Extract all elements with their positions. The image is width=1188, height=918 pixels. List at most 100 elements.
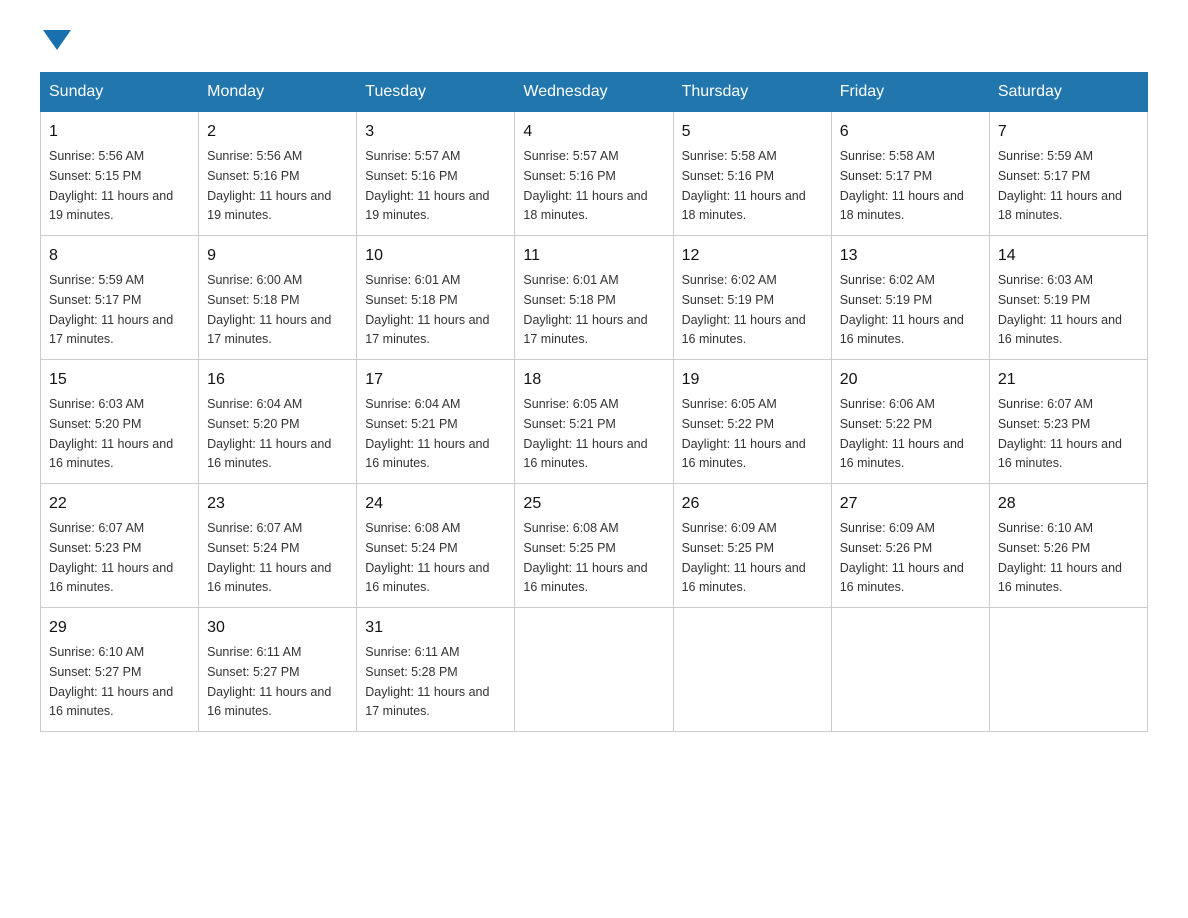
day-info: Sunrise: 6:06 AMSunset: 5:22 PMDaylight:… <box>840 397 964 470</box>
col-header-saturday: Saturday <box>989 73 1147 112</box>
calendar-day-cell: 23 Sunrise: 6:07 AMSunset: 5:24 PMDayligh… <box>199 484 357 608</box>
calendar-week-row: 1 Sunrise: 5:56 AMSunset: 5:15 PMDaylight… <box>41 112 1148 236</box>
day-number: 1 <box>49 120 190 144</box>
day-info: Sunrise: 5:57 AMSunset: 5:16 PMDaylight:… <box>523 149 647 222</box>
calendar-day-cell: 4Sunrise: 5:57 AMSunset: 5:16 PMDaylight… <box>515 112 673 236</box>
day-number: 16 <box>207 368 348 392</box>
calendar-day-cell: 6 Sunrise: 5:58 AMSunset: 5:17 PMDaylight… <box>831 112 989 236</box>
calendar-day-cell <box>831 608 989 732</box>
col-header-wednesday: Wednesday <box>515 73 673 112</box>
calendar-day-cell: 31 Sunrise: 6:11 AMSunset: 5:28 PMDayligh… <box>357 608 515 732</box>
col-header-friday: Friday <box>831 73 989 112</box>
day-number: 7 <box>998 120 1139 144</box>
day-info: Sunrise: 5:56 AMSunset: 5:15 PMDaylight:… <box>49 149 173 222</box>
day-info: Sunrise: 6:10 AMSunset: 5:26 PMDaylight:… <box>998 521 1122 594</box>
day-info: Sunrise: 6:01 AMSunset: 5:18 PMDaylight:… <box>523 273 647 346</box>
day-number: 15 <box>49 368 190 392</box>
calendar-table: SundayMondayTuesdayWednesdayThursdayFrid… <box>40 72 1148 732</box>
day-number: 26 <box>682 492 823 516</box>
day-number: 13 <box>840 244 981 268</box>
calendar-day-cell: 22Sunrise: 6:07 AMSunset: 5:23 PMDayligh… <box>41 484 199 608</box>
day-number: 25 <box>523 492 664 516</box>
day-info: Sunrise: 6:09 AMSunset: 5:25 PMDaylight:… <box>682 521 806 594</box>
calendar-day-cell <box>673 608 831 732</box>
day-number: 31 <box>365 616 506 640</box>
calendar-day-cell: 30Sunrise: 6:11 AMSunset: 5:27 PMDayligh… <box>199 608 357 732</box>
day-info: Sunrise: 5:58 AMSunset: 5:17 PMDaylight:… <box>840 149 964 222</box>
day-number: 9 <box>207 244 348 268</box>
day-info: Sunrise: 6:03 AMSunset: 5:20 PMDaylight:… <box>49 397 173 470</box>
calendar-day-cell: 18 Sunrise: 6:05 AMSunset: 5:21 PMDayligh… <box>515 360 673 484</box>
day-number: 30 <box>207 616 348 640</box>
page-header <box>40 30 1148 52</box>
logo-triangle-icon <box>43 30 71 50</box>
calendar-day-cell: 1 Sunrise: 5:56 AMSunset: 5:15 PMDaylight… <box>41 112 199 236</box>
day-number: 23 <box>207 492 348 516</box>
day-info: Sunrise: 6:08 AMSunset: 5:24 PMDaylight:… <box>365 521 489 594</box>
day-info: Sunrise: 5:59 AMSunset: 5:17 PMDaylight:… <box>998 149 1122 222</box>
day-info: Sunrise: 6:04 AMSunset: 5:20 PMDaylight:… <box>207 397 331 470</box>
col-header-sunday: Sunday <box>41 73 199 112</box>
calendar-day-cell: 19 Sunrise: 6:05 AMSunset: 5:22 PMDayligh… <box>673 360 831 484</box>
calendar-day-cell: 15 Sunrise: 6:03 AMSunset: 5:20 PMDayligh… <box>41 360 199 484</box>
calendar-day-cell: 27 Sunrise: 6:09 AMSunset: 5:26 PMDayligh… <box>831 484 989 608</box>
day-info: Sunrise: 5:59 AMSunset: 5:17 PMDaylight:… <box>49 273 173 346</box>
logo <box>40 30 71 52</box>
day-info: Sunrise: 6:00 AMSunset: 5:18 PMDaylight:… <box>207 273 331 346</box>
calendar-week-row: 8Sunrise: 5:59 AMSunset: 5:17 PMDaylight… <box>41 236 1148 360</box>
day-info: Sunrise: 6:04 AMSunset: 5:21 PMDaylight:… <box>365 397 489 470</box>
day-info: Sunrise: 6:07 AMSunset: 5:23 PMDaylight:… <box>998 397 1122 470</box>
calendar-week-row: 22Sunrise: 6:07 AMSunset: 5:23 PMDayligh… <box>41 484 1148 608</box>
day-number: 5 <box>682 120 823 144</box>
calendar-day-cell: 2 Sunrise: 5:56 AMSunset: 5:16 PMDaylight… <box>199 112 357 236</box>
calendar-day-cell: 28 Sunrise: 6:10 AMSunset: 5:26 PMDayligh… <box>989 484 1147 608</box>
col-header-thursday: Thursday <box>673 73 831 112</box>
calendar-day-cell: 5 Sunrise: 5:58 AMSunset: 5:16 PMDaylight… <box>673 112 831 236</box>
day-number: 6 <box>840 120 981 144</box>
day-number: 3 <box>365 120 506 144</box>
calendar-day-cell: 24 Sunrise: 6:08 AMSunset: 5:24 PMDayligh… <box>357 484 515 608</box>
calendar-day-cell: 10Sunrise: 6:01 AMSunset: 5:18 PMDayligh… <box>357 236 515 360</box>
day-info: Sunrise: 6:08 AMSunset: 5:25 PMDaylight:… <box>523 521 647 594</box>
calendar-day-cell: 13Sunrise: 6:02 AMSunset: 5:19 PMDayligh… <box>831 236 989 360</box>
day-info: Sunrise: 6:11 AMSunset: 5:28 PMDaylight:… <box>365 645 489 718</box>
col-header-tuesday: Tuesday <box>357 73 515 112</box>
day-number: 19 <box>682 368 823 392</box>
col-header-monday: Monday <box>199 73 357 112</box>
calendar-day-cell: 12 Sunrise: 6:02 AMSunset: 5:19 PMDayligh… <box>673 236 831 360</box>
calendar-day-cell <box>989 608 1147 732</box>
calendar-day-cell <box>515 608 673 732</box>
day-number: 27 <box>840 492 981 516</box>
calendar-day-cell: 20 Sunrise: 6:06 AMSunset: 5:22 PMDayligh… <box>831 360 989 484</box>
day-info: Sunrise: 6:09 AMSunset: 5:26 PMDaylight:… <box>840 521 964 594</box>
calendar-week-row: 15 Sunrise: 6:03 AMSunset: 5:20 PMDayligh… <box>41 360 1148 484</box>
day-number: 18 <box>523 368 664 392</box>
day-info: Sunrise: 6:05 AMSunset: 5:21 PMDaylight:… <box>523 397 647 470</box>
day-number: 12 <box>682 244 823 268</box>
calendar-day-cell: 21Sunrise: 6:07 AMSunset: 5:23 PMDayligh… <box>989 360 1147 484</box>
calendar-day-cell: 26 Sunrise: 6:09 AMSunset: 5:25 PMDayligh… <box>673 484 831 608</box>
calendar-day-cell: 25 Sunrise: 6:08 AMSunset: 5:25 PMDayligh… <box>515 484 673 608</box>
calendar-day-cell: 14Sunrise: 6:03 AMSunset: 5:19 PMDayligh… <box>989 236 1147 360</box>
calendar-day-cell: 16 Sunrise: 6:04 AMSunset: 5:20 PMDayligh… <box>199 360 357 484</box>
day-info: Sunrise: 6:02 AMSunset: 5:19 PMDaylight:… <box>682 273 806 346</box>
calendar-day-cell: 7 Sunrise: 5:59 AMSunset: 5:17 PMDaylight… <box>989 112 1147 236</box>
day-number: 2 <box>207 120 348 144</box>
day-info: Sunrise: 5:56 AMSunset: 5:16 PMDaylight:… <box>207 149 331 222</box>
day-number: 17 <box>365 368 506 392</box>
calendar-day-cell: 8Sunrise: 5:59 AMSunset: 5:17 PMDaylight… <box>41 236 199 360</box>
day-number: 28 <box>998 492 1139 516</box>
day-info: Sunrise: 6:07 AMSunset: 5:24 PMDaylight:… <box>207 521 331 594</box>
day-info: Sunrise: 6:10 AMSunset: 5:27 PMDaylight:… <box>49 645 173 718</box>
day-info: Sunrise: 6:07 AMSunset: 5:23 PMDaylight:… <box>49 521 173 594</box>
calendar-day-cell: 29 Sunrise: 6:10 AMSunset: 5:27 PMDayligh… <box>41 608 199 732</box>
day-info: Sunrise: 6:03 AMSunset: 5:19 PMDaylight:… <box>998 273 1122 346</box>
day-info: Sunrise: 5:58 AMSunset: 5:16 PMDaylight:… <box>682 149 806 222</box>
calendar-day-cell: 9 Sunrise: 6:00 AMSunset: 5:18 PMDaylight… <box>199 236 357 360</box>
day-number: 24 <box>365 492 506 516</box>
calendar-day-cell: 11Sunrise: 6:01 AMSunset: 5:18 PMDayligh… <box>515 236 673 360</box>
day-number: 29 <box>49 616 190 640</box>
day-number: 20 <box>840 368 981 392</box>
day-info: Sunrise: 6:05 AMSunset: 5:22 PMDaylight:… <box>682 397 806 470</box>
day-info: Sunrise: 6:01 AMSunset: 5:18 PMDaylight:… <box>365 273 489 346</box>
